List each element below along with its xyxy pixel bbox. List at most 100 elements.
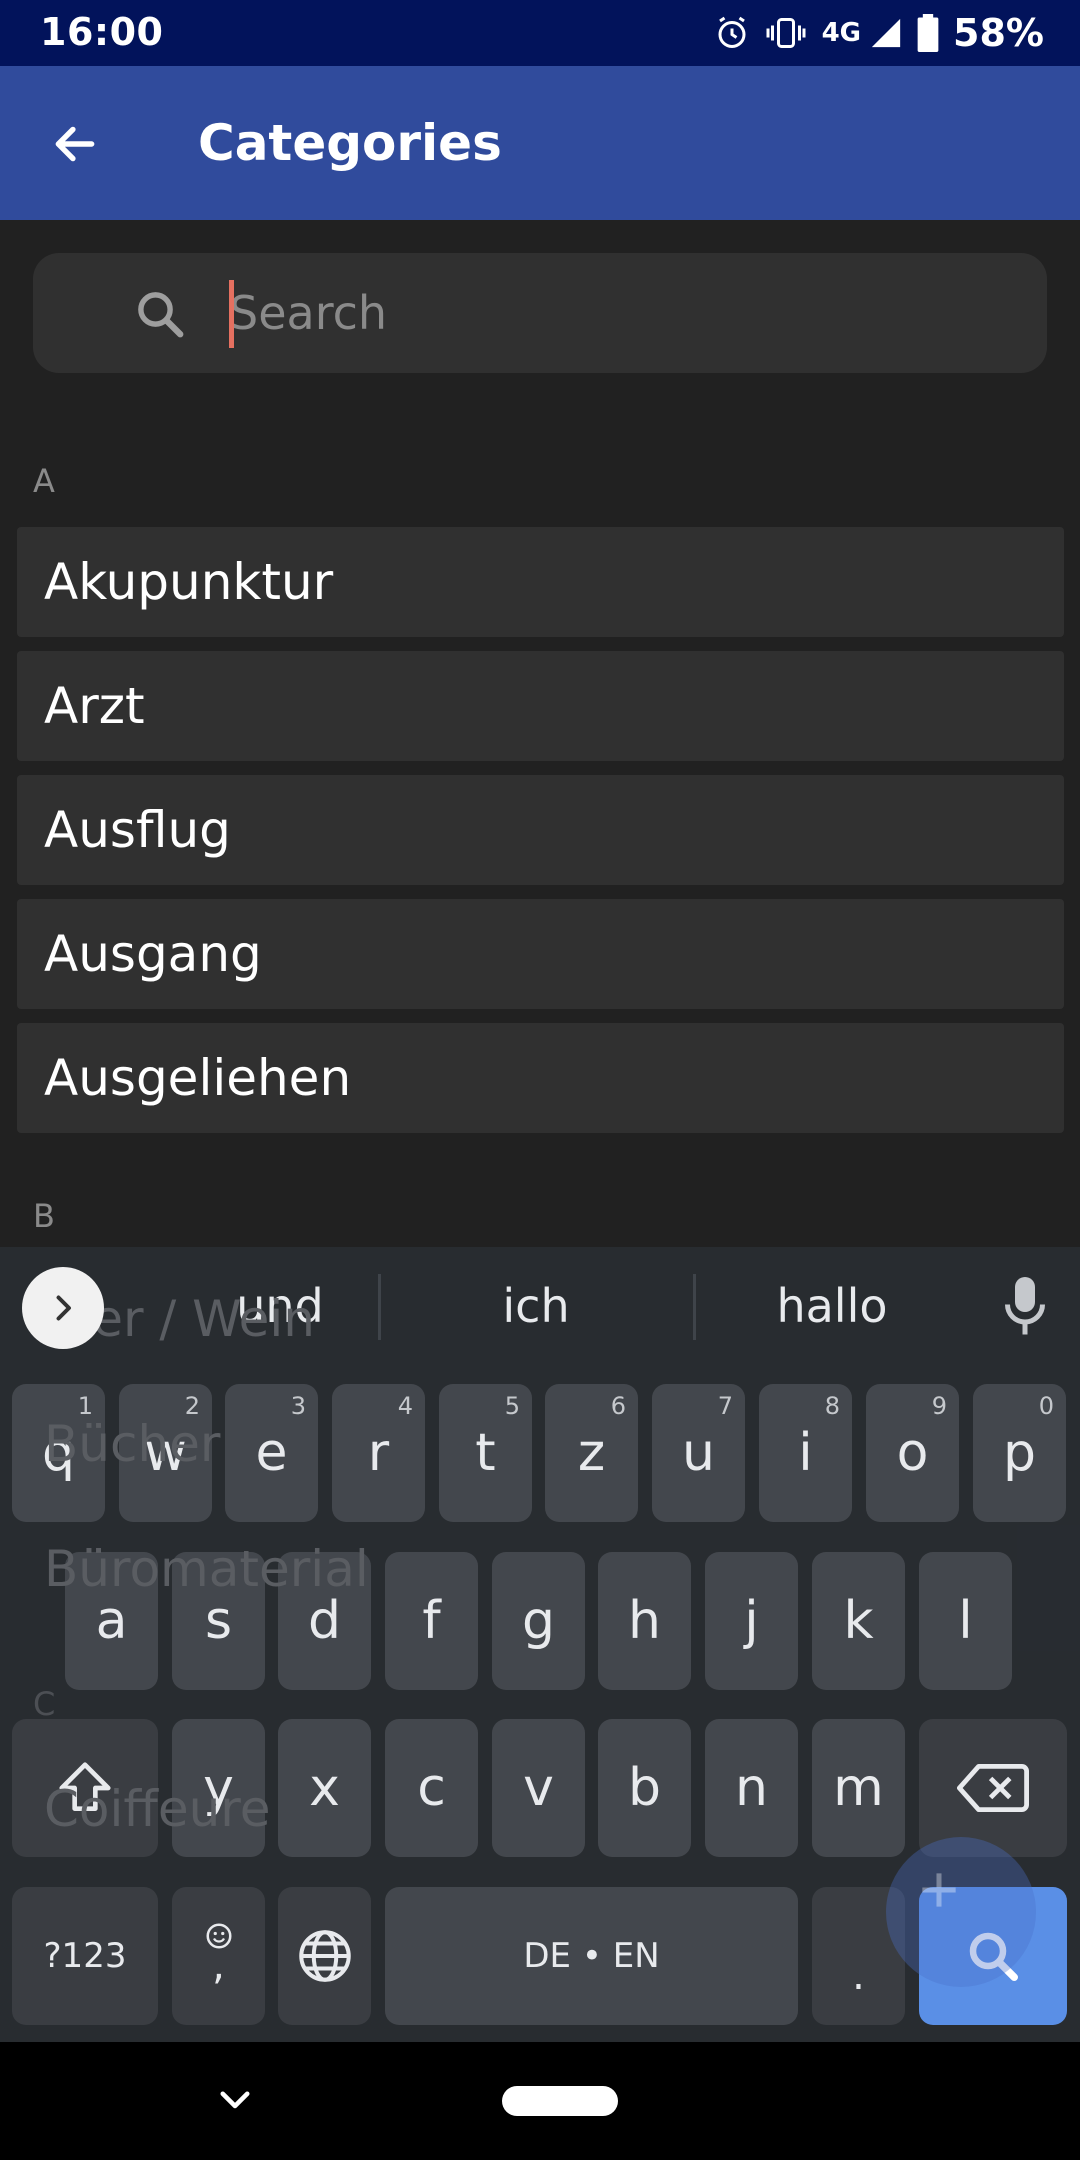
key-label: f — [422, 1591, 441, 1651]
list-item[interactable]: Ausgeliehen — [17, 1023, 1064, 1133]
key-label: j — [744, 1591, 759, 1651]
key-r[interactable]: r4 — [332, 1384, 425, 1522]
key-hint: 6 — [610, 1392, 626, 1420]
home-button[interactable] — [502, 2086, 618, 2116]
key-label: a — [95, 1591, 128, 1651]
list-item: Coiffeure — [44, 1780, 271, 1838]
battery-percent: 58% — [953, 11, 1044, 55]
backspace-key[interactable] — [919, 1719, 1067, 1857]
search-box[interactable] — [33, 253, 1047, 373]
signal-icon — [871, 18, 901, 48]
globe-icon — [298, 1930, 351, 1982]
list-item[interactable]: Ausgang — [17, 899, 1064, 1009]
key-label: c — [417, 1758, 446, 1818]
key-j[interactable]: j — [705, 1552, 798, 1690]
suggestion-divider — [378, 1274, 381, 1340]
status-icons: 4G 58% — [714, 10, 1044, 56]
key-hint: 3 — [290, 1392, 306, 1420]
suggestion-divider — [693, 1274, 696, 1340]
section-header-b: B — [33, 1197, 55, 1235]
key-o[interactable]: o9 — [866, 1384, 959, 1522]
key-hint: 9 — [931, 1392, 947, 1420]
key-e[interactable]: e3 — [225, 1384, 318, 1522]
vibrate-icon — [766, 18, 806, 48]
key-label: d — [307, 1591, 341, 1651]
key-hint: 0 — [1038, 1392, 1054, 1420]
key-label: i — [798, 1423, 813, 1483]
key-label: p — [1002, 1423, 1036, 1483]
suggestion-expand-button[interactable] — [22, 1267, 104, 1349]
key-label: u — [682, 1423, 715, 1483]
key-t[interactable]: t5 — [439, 1384, 532, 1522]
key-label: t — [475, 1423, 496, 1483]
chevron-right-icon — [56, 1295, 71, 1321]
key-label: l — [958, 1591, 973, 1651]
key-v[interactable]: v — [492, 1719, 585, 1857]
key-f[interactable]: f — [385, 1552, 478, 1690]
list-item: Bücher — [44, 1415, 221, 1473]
key-h[interactable]: h — [598, 1552, 691, 1690]
key-hint: 8 — [824, 1392, 840, 1420]
status-time: 16:00 — [40, 10, 164, 54]
symbols-key[interactable]: ?123 — [12, 1887, 158, 2025]
mic-icon[interactable] — [1003, 1277, 1047, 1337]
list-item[interactable]: Akupunktur — [17, 527, 1064, 637]
text-cursor — [229, 280, 234, 348]
screen: 16:00 4G 58% Categories A Akupunktur Arz… — [0, 0, 1080, 2160]
suggestion-ich[interactable]: ich — [416, 1279, 656, 1333]
key-label: h — [628, 1591, 661, 1651]
key-label: r — [367, 1423, 390, 1483]
key-label: s — [204, 1591, 233, 1651]
key-hint: 7 — [717, 1392, 733, 1420]
key-label: , — [212, 1943, 225, 1989]
page-title: Categories — [198, 114, 502, 172]
key-hint: 5 — [504, 1392, 520, 1420]
list-item[interactable]: Arzt — [17, 651, 1064, 761]
backspace-icon — [957, 1764, 1029, 1813]
key-label: n — [735, 1758, 768, 1818]
key-label: ?123 — [43, 1936, 127, 1976]
key-m[interactable]: m — [812, 1719, 905, 1857]
key-k[interactable]: k — [812, 1552, 905, 1690]
key-label: . — [852, 1953, 865, 1999]
key-z[interactable]: z6 — [545, 1384, 638, 1522]
navigation-bar — [0, 2042, 1080, 2160]
key-l[interactable]: l — [919, 1552, 1012, 1690]
key-i[interactable]: i8 — [759, 1384, 852, 1522]
plus-icon — [922, 1873, 956, 1907]
key-label: z — [577, 1423, 606, 1483]
battery-icon — [917, 14, 939, 52]
list-item: Büromaterial — [44, 1540, 369, 1598]
comma-key[interactable]: , — [172, 1887, 265, 2025]
key-n[interactable]: n — [705, 1719, 798, 1857]
key-p[interactable]: p0 — [973, 1384, 1066, 1522]
key-label: DE • EN — [523, 1936, 660, 1976]
key-c[interactable]: c — [385, 1719, 478, 1857]
key-label: v — [523, 1758, 554, 1818]
key-label: k — [843, 1591, 874, 1651]
key-label: b — [627, 1758, 661, 1818]
add-button[interactable] — [886, 1837, 1036, 1987]
space-key[interactable]: DE • EN — [385, 1887, 798, 2025]
app-bar: Categories — [0, 66, 1080, 220]
key-label: m — [833, 1758, 884, 1818]
suggestion-hallo[interactable]: hallo — [712, 1279, 952, 1333]
globe-key[interactable] — [278, 1887, 371, 2025]
section-header-a: A — [33, 462, 55, 500]
back-button[interactable] — [40, 109, 110, 179]
key-x[interactable]: x — [278, 1719, 371, 1857]
chevron-down-icon[interactable] — [214, 2078, 256, 2120]
network-type: 4G — [821, 18, 862, 48]
key-label: x — [309, 1758, 340, 1818]
key-label: o — [896, 1423, 929, 1483]
section-header-c: C — [33, 1685, 56, 1723]
list-item[interactable]: Ausflug — [17, 775, 1064, 885]
key-g[interactable]: g — [492, 1552, 585, 1690]
key-label: g — [521, 1591, 555, 1651]
key-hint: 4 — [397, 1392, 413, 1420]
key-b[interactable]: b — [598, 1719, 691, 1857]
status-bar: 16:00 4G 58% — [0, 0, 1080, 66]
key-u[interactable]: u7 — [652, 1384, 745, 1522]
key-label: e — [255, 1423, 288, 1483]
search-input[interactable] — [229, 273, 1009, 353]
